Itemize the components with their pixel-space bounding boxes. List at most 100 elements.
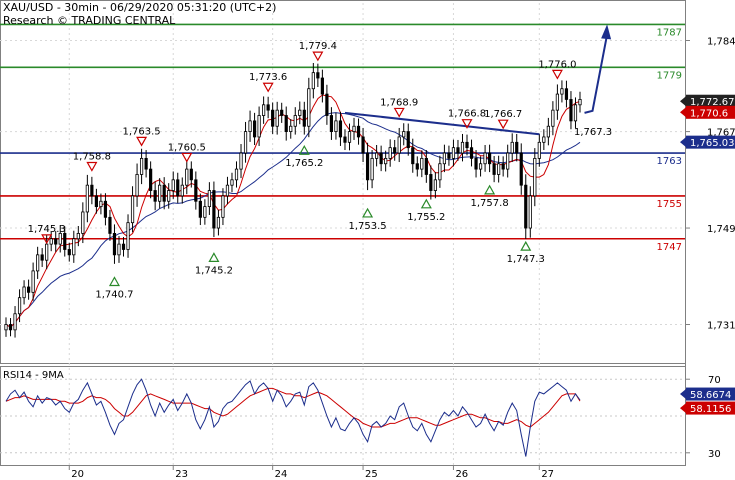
swing-high-marker [497, 119, 509, 130]
candle-body [284, 115, 288, 132]
candle-body [212, 190, 216, 229]
candle-body [510, 141, 514, 154]
candle-body [99, 200, 103, 208]
candle-body [497, 163, 501, 175]
candle-body [221, 195, 225, 218]
forecast-arrow-shaft [584, 34, 609, 114]
x-tick-label: 20 [71, 469, 84, 480]
candle-body [370, 157, 374, 181]
candle-body [506, 152, 510, 170]
swing-high-label: 1,773.6 [249, 72, 287, 83]
candle-body [135, 174, 139, 197]
candle-body [560, 88, 564, 95]
candle-body [465, 141, 469, 149]
candle-body [252, 120, 257, 138]
candle-body [198, 200, 202, 218]
candle-body [108, 216, 112, 234]
candle-body [320, 77, 324, 95]
candle-body [474, 157, 478, 170]
candle-body [334, 120, 338, 132]
swing-low-label: 1,753.5 [348, 221, 386, 232]
candle-body [280, 109, 284, 116]
candle-body [365, 152, 370, 181]
rsi-badge-label: 58.1156 [690, 404, 731, 415]
candle-body [81, 211, 85, 234]
swing-high-label: 1,766.7 [484, 109, 522, 120]
candle-body [551, 109, 555, 127]
candle-body [442, 152, 447, 165]
candle-body [45, 243, 49, 261]
candle-body [338, 120, 343, 138]
candle-body [406, 131, 410, 149]
rsi-layer: 70 30 58.6674 58.1156 [0, 375, 735, 460]
candle-body [347, 131, 352, 143]
candle-body [447, 152, 451, 159]
candle-body [478, 163, 483, 170]
candle-body [352, 125, 356, 132]
swing-low-label: 1,755.2 [407, 212, 445, 223]
candle-body [112, 233, 117, 256]
candle-body [569, 99, 573, 122]
rsi-pane-frame [0, 366, 686, 466]
candle-body [325, 93, 329, 116]
candle-body [149, 168, 153, 191]
level-tag-resistance: 1787 [657, 27, 682, 38]
rsi-badge-pointer [680, 403, 686, 414]
grid-layer [0, 3, 685, 465]
candle-body [542, 136, 546, 143]
swing-high-marker [181, 152, 193, 163]
candle-body [67, 249, 71, 256]
swing-low-label: 1,747.3 [507, 254, 545, 265]
candle-body [225, 184, 230, 197]
candle-body [94, 195, 98, 208]
candle-body [257, 115, 261, 138]
candle-body [492, 163, 496, 175]
candle-body [564, 88, 569, 100]
swing-high-marker [551, 69, 563, 80]
swing-low-marker [362, 207, 374, 218]
candle-body [578, 99, 582, 106]
candle-body [388, 147, 392, 159]
candle-body [307, 88, 311, 127]
y-tick-label: 1,784 [707, 37, 735, 48]
swing-high-label: 1,758.8 [73, 152, 111, 163]
price-axis-labels: 1,7841,7671,7491,731 [685, 37, 735, 331]
candle-body [524, 184, 528, 229]
candle-body [144, 157, 148, 170]
swing-low-label: 1,745.2 [195, 265, 233, 276]
candle-body [49, 238, 53, 245]
candle-body [63, 233, 67, 250]
candle-body [54, 238, 58, 245]
chart-credit: Research © TRADING CENTRAL [3, 14, 176, 27]
swing-low-label: 1,740.7 [95, 290, 133, 301]
x-tick-label: 25 [365, 469, 378, 480]
chart-svg: 1787 1779 1763 1755 1747 1,767.3 1,745.3 1,75… [0, 0, 735, 480]
candle-body [573, 104, 578, 122]
swing-high-label: 1,768.9 [380, 97, 418, 108]
swing-high-label: 1,760.5 [168, 142, 206, 153]
candle-body [375, 152, 379, 159]
candle-body [429, 174, 433, 191]
candle-body [343, 136, 347, 143]
price-pane-frame [0, 0, 686, 364]
rsi-tick-label: 30 [708, 449, 721, 460]
candle-body [546, 125, 550, 138]
chart-root: { "header": { "title": "XAU/USD - 30min … [0, 0, 735, 480]
y-tick-label: 1,749 [707, 224, 735, 235]
x-tick-label: 26 [455, 469, 468, 480]
candle-body [121, 243, 126, 250]
candle-body [72, 238, 76, 256]
candle-body [329, 115, 334, 132]
candle-body [185, 168, 189, 186]
candle-body [26, 286, 31, 293]
candle-body [17, 297, 22, 315]
candle-body [275, 109, 279, 127]
candle-body [361, 136, 365, 154]
candle-body [515, 141, 519, 154]
candle-body [488, 152, 492, 165]
candle-body [36, 254, 40, 272]
candle-body [469, 147, 474, 159]
time-axis-labels: 20 23 24 25 26 27 [68, 465, 554, 480]
candle-body [402, 131, 406, 138]
rsi-tick-label: 70 [708, 375, 721, 386]
